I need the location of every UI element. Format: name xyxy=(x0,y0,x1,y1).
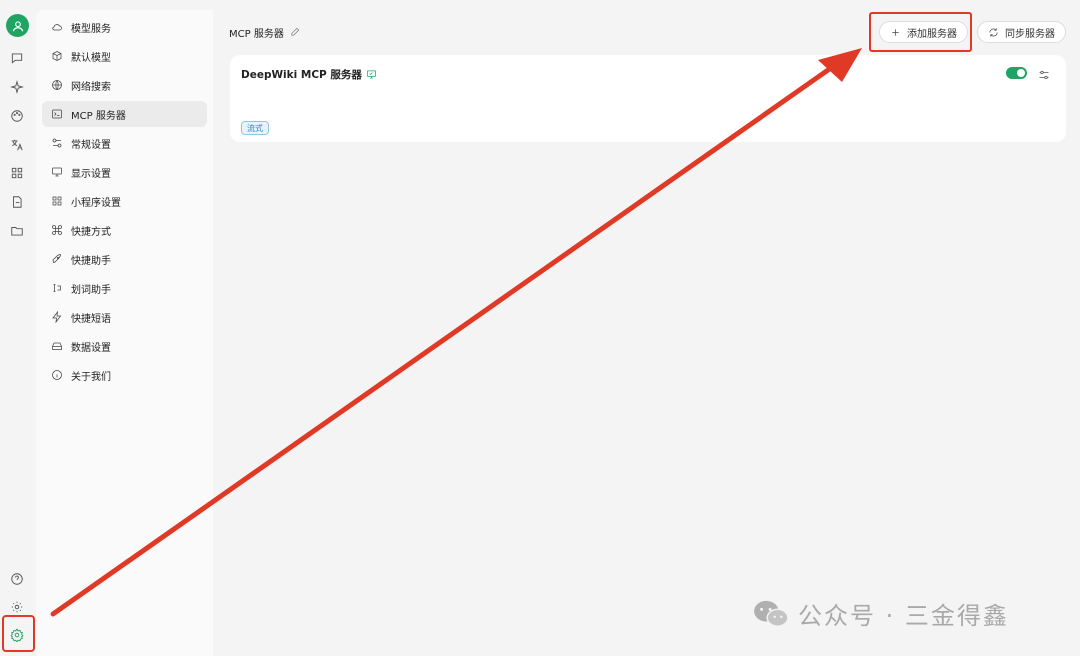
server-card-title: DeepWiki MCP 服务器 xyxy=(241,67,377,82)
help-icon[interactable] xyxy=(9,571,25,587)
sidebar-item-label: 快捷助手 xyxy=(71,255,111,267)
sidebar-item-label: 显示设置 xyxy=(71,168,111,180)
info-icon xyxy=(51,369,64,382)
sidebar-item-quick-phrases[interactable]: 快捷短语 xyxy=(42,304,207,330)
watermark-text: 公众号 · 三金得鑫 xyxy=(798,602,1009,630)
theme-sun-icon[interactable] xyxy=(9,599,25,615)
cube-icon xyxy=(51,50,64,63)
folder-icon[interactable] xyxy=(9,223,25,239)
sidebar-item-label: 关于我们 xyxy=(71,371,111,383)
sidebar-item-about[interactable]: 关于我们 xyxy=(42,362,207,388)
sparkle-icon[interactable] xyxy=(9,79,25,95)
edit-pencil-icon[interactable] xyxy=(284,26,301,40)
sidebar-item-label: 默认模型 xyxy=(71,52,111,64)
sidebar-item-shortcuts[interactable]: 快捷方式 xyxy=(42,217,207,243)
globe-icon xyxy=(51,79,64,92)
sidebar-item-quick-assistant[interactable]: 快捷助手 xyxy=(42,246,207,272)
sidebar-item-label: 数据设置 xyxy=(71,342,111,354)
command-icon xyxy=(51,224,64,237)
sidebar-item-miniapp-settings[interactable]: 小程序设置 xyxy=(42,188,207,214)
sidebar-item-label: MCP 服务器 xyxy=(71,110,126,122)
icon-rail xyxy=(0,0,35,656)
sidebar-item-default-model[interactable]: 默认模型 xyxy=(42,43,207,69)
sidebar-item-selection-assistant[interactable]: 划词助手 xyxy=(42,275,207,301)
rocket-icon xyxy=(51,253,64,266)
sidebar-item-label: 划词助手 xyxy=(71,284,111,296)
translate-icon[interactable] xyxy=(9,137,25,153)
sidebar-item-label: 模型服务 xyxy=(71,23,111,35)
sidebar-item-label: 小程序设置 xyxy=(71,197,121,209)
palette-icon[interactable] xyxy=(9,108,25,124)
add-server-label: 添加服务器 xyxy=(907,28,957,40)
server-name: DeepWiki MCP 服务器 xyxy=(241,69,362,81)
avatar[interactable] xyxy=(6,14,29,37)
sidebar-item-label: 常规设置 xyxy=(71,139,111,151)
chat-icon[interactable] xyxy=(9,50,25,66)
add-server-button[interactable]: 添加服务器 xyxy=(879,21,968,43)
sidebar-item-data-settings[interactable]: 数据设置 xyxy=(42,333,207,359)
page-title: MCP 服务器 xyxy=(229,29,284,40)
sidebar-item-mcp-servers[interactable]: MCP 服务器 xyxy=(42,101,207,127)
cloud-icon xyxy=(51,21,64,34)
terminal-icon xyxy=(51,108,64,121)
settings-sidebar: 模型服务 默认模型 网络搜索 MCP 服务器 常规设置 显示设置 小程序设置 快… xyxy=(36,10,213,656)
monitor-icon xyxy=(366,70,376,79)
server-card[interactable]: DeepWiki MCP 服务器 流式 xyxy=(230,55,1066,142)
settings-highlight-box xyxy=(2,615,35,652)
page-title-row: MCP 服务器 xyxy=(229,25,301,40)
sidebar-item-web-search[interactable]: 网络搜索 xyxy=(42,72,207,98)
sync-servers-label: 同步服务器 xyxy=(1005,28,1055,40)
server-type-tag: 流式 xyxy=(241,121,269,135)
server-enable-toggle[interactable] xyxy=(1006,67,1027,79)
watermark: 公众号 · 三金得鑫 xyxy=(752,596,1009,631)
file-icon[interactable] xyxy=(9,194,25,210)
sidebar-item-model-service[interactable]: 模型服务 xyxy=(42,14,207,40)
refresh-icon xyxy=(989,27,998,37)
sliders-icon xyxy=(51,137,64,150)
sidebar-item-display-settings[interactable]: 显示设置 xyxy=(42,159,207,185)
wechat-icon xyxy=(754,600,789,627)
main-panel: MCP 服务器 添加服务器 同步服务器 DeepWiki MCP 服务器 流式 xyxy=(213,10,1080,656)
grid-icon xyxy=(51,195,64,208)
sidebar-item-label: 网络搜索 xyxy=(71,81,111,93)
hard-drive-icon xyxy=(51,340,64,353)
monitor-icon xyxy=(51,166,64,179)
server-settings-icon[interactable] xyxy=(1038,66,1051,80)
sync-servers-button[interactable]: 同步服务器 xyxy=(977,21,1066,43)
plus-icon xyxy=(892,28,899,36)
apps-grid-icon[interactable] xyxy=(9,165,25,181)
text-select-icon xyxy=(51,282,64,295)
zap-icon xyxy=(51,310,64,324)
sidebar-item-general-settings[interactable]: 常规设置 xyxy=(42,130,207,156)
sidebar-item-label: 快捷方式 xyxy=(71,226,111,238)
sidebar-item-label: 快捷短语 xyxy=(71,313,111,325)
